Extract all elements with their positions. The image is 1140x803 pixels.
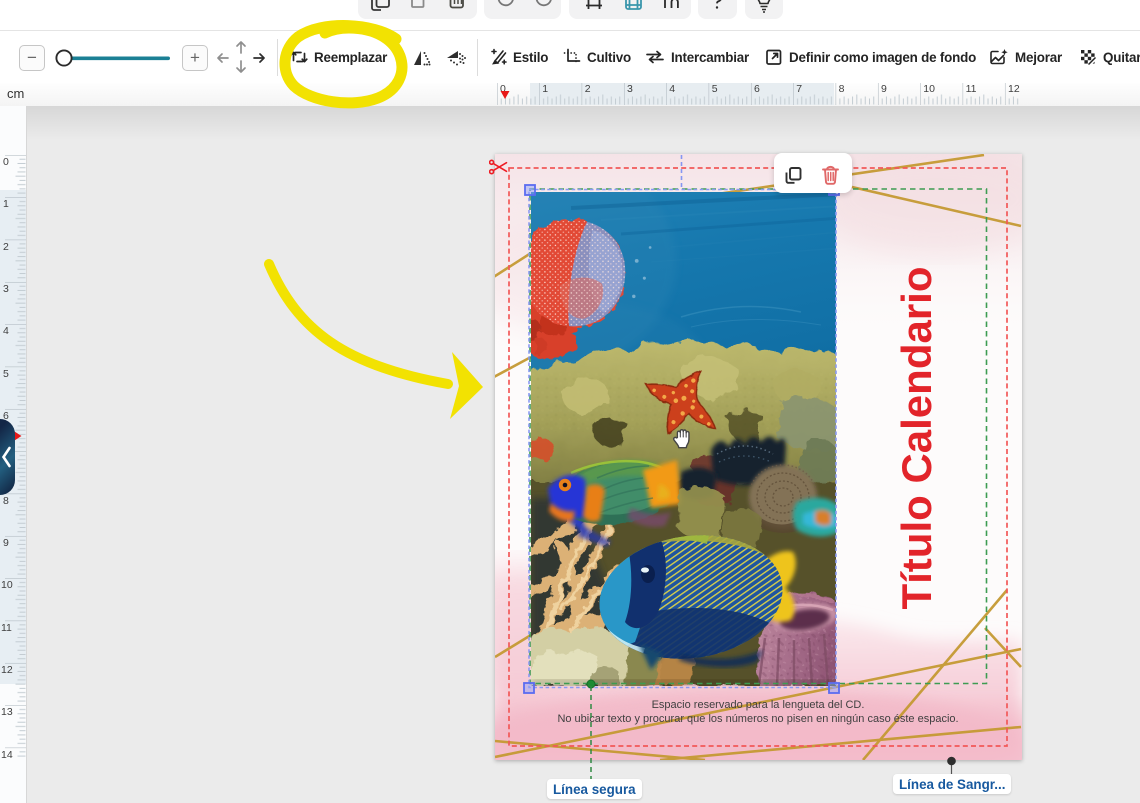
svg-text:7: 7 bbox=[796, 83, 802, 95]
svg-text:5: 5 bbox=[3, 368, 9, 380]
svg-text:0: 0 bbox=[3, 156, 9, 168]
svg-text:3: 3 bbox=[627, 83, 633, 95]
svg-text:1: 1 bbox=[3, 198, 9, 210]
svg-text:9: 9 bbox=[881, 83, 887, 95]
svg-text:6: 6 bbox=[754, 83, 760, 95]
svg-text:4: 4 bbox=[3, 325, 9, 337]
svg-text:11: 11 bbox=[966, 83, 977, 95]
svg-text:12: 12 bbox=[1008, 83, 1020, 95]
svg-text:3: 3 bbox=[3, 283, 9, 295]
svg-text:10: 10 bbox=[923, 83, 935, 95]
svg-text:14: 14 bbox=[1, 749, 13, 761]
svg-text:5: 5 bbox=[712, 83, 718, 95]
svg-text:8: 8 bbox=[3, 495, 9, 507]
svg-text:11: 11 bbox=[1, 622, 12, 634]
svg-text:1: 1 bbox=[542, 83, 548, 95]
svg-text:9: 9 bbox=[3, 537, 9, 549]
svg-text:8: 8 bbox=[839, 83, 845, 95]
svg-text:13: 13 bbox=[1, 706, 13, 718]
svg-text:2: 2 bbox=[585, 83, 591, 95]
svg-text:4: 4 bbox=[669, 83, 675, 95]
svg-text:2: 2 bbox=[3, 241, 9, 253]
svg-text:10: 10 bbox=[1, 579, 13, 591]
svg-text:12: 12 bbox=[1, 664, 13, 676]
